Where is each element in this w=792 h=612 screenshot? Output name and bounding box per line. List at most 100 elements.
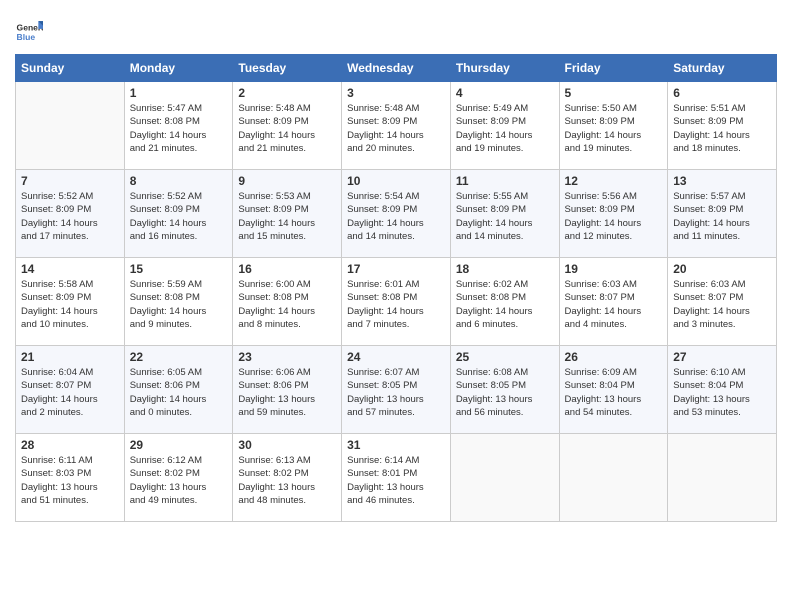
day-number: 4	[456, 86, 554, 100]
svg-text:Blue: Blue	[17, 32, 36, 42]
calendar-cell: 28Sunrise: 6:11 AM Sunset: 8:03 PM Dayli…	[16, 434, 125, 522]
day-info: Sunrise: 5:50 AM Sunset: 8:09 PM Dayligh…	[565, 102, 663, 155]
week-row-1: 1 Sunrise: 5:47 AM Sunset: 8:08 PM Daylig…	[16, 82, 777, 170]
day-info: Sunrise: 5:47 AM Sunset: 8:08 PM Dayligh…	[130, 102, 228, 155]
calendar-cell: 20Sunrise: 6:03 AM Sunset: 8:07 PM Dayli…	[668, 258, 777, 346]
day-number: 7	[21, 174, 119, 188]
day-number: 24	[347, 350, 445, 364]
day-number: 22	[130, 350, 228, 364]
week-row-5: 28Sunrise: 6:11 AM Sunset: 8:03 PM Dayli…	[16, 434, 777, 522]
day-info: Sunrise: 5:57 AM Sunset: 8:09 PM Dayligh…	[673, 190, 771, 243]
header-day-wednesday: Wednesday	[342, 55, 451, 82]
day-number: 9	[238, 174, 336, 188]
calendar-cell: 8 Sunrise: 5:52 AM Sunset: 8:09 PM Daylig…	[124, 170, 233, 258]
calendar-cell: 18Sunrise: 6:02 AM Sunset: 8:08 PM Dayli…	[450, 258, 559, 346]
day-info: Sunrise: 6:01 AM Sunset: 8:08 PM Dayligh…	[347, 278, 445, 331]
week-row-2: 7 Sunrise: 5:52 AM Sunset: 8:09 PM Daylig…	[16, 170, 777, 258]
calendar-cell: 3 Sunrise: 5:48 AM Sunset: 8:09 PM Daylig…	[342, 82, 451, 170]
calendar-cell: 22Sunrise: 6:05 AM Sunset: 8:06 PM Dayli…	[124, 346, 233, 434]
calendar-cell: 10 Sunrise: 5:54 AM Sunset: 8:09 PM Dayli…	[342, 170, 451, 258]
calendar-cell: 1 Sunrise: 5:47 AM Sunset: 8:08 PM Daylig…	[124, 82, 233, 170]
calendar-cell: 24 Sunrise: 6:07 AM Sunset: 8:05 PM Dayli…	[342, 346, 451, 434]
day-info: Sunrise: 6:14 AM Sunset: 8:01 PM Dayligh…	[347, 454, 445, 507]
header: General Blue	[15, 10, 777, 46]
calendar-cell: 9 Sunrise: 5:53 AM Sunset: 8:09 PM Daylig…	[233, 170, 342, 258]
week-row-4: 21Sunrise: 6:04 AM Sunset: 8:07 PM Dayli…	[16, 346, 777, 434]
calendar-cell: 2 Sunrise: 5:48 AM Sunset: 8:09 PM Daylig…	[233, 82, 342, 170]
day-info: Sunrise: 5:48 AM Sunset: 8:09 PM Dayligh…	[238, 102, 336, 155]
day-info: Sunrise: 5:56 AM Sunset: 8:09 PM Dayligh…	[565, 190, 663, 243]
calendar-cell: 23 Sunrise: 6:06 AM Sunset: 8:06 PM Dayli…	[233, 346, 342, 434]
logo: General Blue	[15, 18, 47, 46]
day-number: 12	[565, 174, 663, 188]
day-info: Sunrise: 5:58 AM Sunset: 8:09 PM Dayligh…	[21, 278, 119, 331]
day-number: 1	[130, 86, 228, 100]
calendar-cell: 13Sunrise: 5:57 AM Sunset: 8:09 PM Dayli…	[668, 170, 777, 258]
calendar-cell: 11Sunrise: 5:55 AM Sunset: 8:09 PM Dayli…	[450, 170, 559, 258]
calendar-table: SundayMondayTuesdayWednesdayThursdayFrid…	[15, 54, 777, 522]
day-info: Sunrise: 6:07 AM Sunset: 8:05 PM Dayligh…	[347, 366, 445, 419]
day-number: 21	[21, 350, 119, 364]
calendar-cell: 26 Sunrise: 6:09 AM Sunset: 8:04 PM Dayli…	[559, 346, 668, 434]
day-number: 19	[565, 262, 663, 276]
day-number: 26	[565, 350, 663, 364]
calendar-cell: 27Sunrise: 6:10 AM Sunset: 8:04 PM Dayli…	[668, 346, 777, 434]
day-info: Sunrise: 5:52 AM Sunset: 8:09 PM Dayligh…	[130, 190, 228, 243]
logo-icon: General Blue	[15, 18, 43, 46]
header-day-tuesday: Tuesday	[233, 55, 342, 82]
day-info: Sunrise: 6:06 AM Sunset: 8:06 PM Dayligh…	[238, 366, 336, 419]
calendar-cell: 7 Sunrise: 5:52 AM Sunset: 8:09 PM Daylig…	[16, 170, 125, 258]
calendar-cell: 5 Sunrise: 5:50 AM Sunset: 8:09 PM Daylig…	[559, 82, 668, 170]
day-number: 15	[130, 262, 228, 276]
day-number: 29	[130, 438, 228, 452]
calendar-cell: 21Sunrise: 6:04 AM Sunset: 8:07 PM Dayli…	[16, 346, 125, 434]
day-info: Sunrise: 5:54 AM Sunset: 8:09 PM Dayligh…	[347, 190, 445, 243]
day-number: 25	[456, 350, 554, 364]
day-info: Sunrise: 5:53 AM Sunset: 8:09 PM Dayligh…	[238, 190, 336, 243]
day-number: 14	[21, 262, 119, 276]
day-number: 10	[347, 174, 445, 188]
day-info: Sunrise: 5:59 AM Sunset: 8:08 PM Dayligh…	[130, 278, 228, 331]
day-info: Sunrise: 6:12 AM Sunset: 8:02 PM Dayligh…	[130, 454, 228, 507]
day-info: Sunrise: 5:48 AM Sunset: 8:09 PM Dayligh…	[347, 102, 445, 155]
header-day-monday: Monday	[124, 55, 233, 82]
calendar-cell: 19 Sunrise: 6:03 AM Sunset: 8:07 PM Dayli…	[559, 258, 668, 346]
day-info: Sunrise: 6:13 AM Sunset: 8:02 PM Dayligh…	[238, 454, 336, 507]
calendar-cell: 14 Sunrise: 5:58 AM Sunset: 8:09 PM Dayli…	[16, 258, 125, 346]
day-number: 2	[238, 86, 336, 100]
calendar-cell	[16, 82, 125, 170]
header-day-saturday: Saturday	[668, 55, 777, 82]
day-number: 30	[238, 438, 336, 452]
day-info: Sunrise: 6:10 AM Sunset: 8:04 PM Dayligh…	[673, 366, 771, 419]
calendar-cell: 31Sunrise: 6:14 AM Sunset: 8:01 PM Dayli…	[342, 434, 451, 522]
day-number: 3	[347, 86, 445, 100]
calendar-cell: 15 Sunrise: 5:59 AM Sunset: 8:08 PM Dayli…	[124, 258, 233, 346]
week-row-3: 14 Sunrise: 5:58 AM Sunset: 8:09 PM Dayli…	[16, 258, 777, 346]
calendar-cell: 30 Sunrise: 6:13 AM Sunset: 8:02 PM Dayli…	[233, 434, 342, 522]
day-info: Sunrise: 6:09 AM Sunset: 8:04 PM Dayligh…	[565, 366, 663, 419]
calendar-cell: 4 Sunrise: 5:49 AM Sunset: 8:09 PM Daylig…	[450, 82, 559, 170]
day-info: Sunrise: 5:49 AM Sunset: 8:09 PM Dayligh…	[456, 102, 554, 155]
calendar-cell: 29 Sunrise: 6:12 AM Sunset: 8:02 PM Dayli…	[124, 434, 233, 522]
day-number: 8	[130, 174, 228, 188]
calendar-cell: 16Sunrise: 6:00 AM Sunset: 8:08 PM Dayli…	[233, 258, 342, 346]
calendar-cell	[559, 434, 668, 522]
day-number: 20	[673, 262, 771, 276]
day-info: Sunrise: 6:02 AM Sunset: 8:08 PM Dayligh…	[456, 278, 554, 331]
header-day-sunday: Sunday	[16, 55, 125, 82]
calendar-cell	[450, 434, 559, 522]
day-number: 16	[238, 262, 336, 276]
calendar-cell: 25 Sunrise: 6:08 AM Sunset: 8:05 PM Dayli…	[450, 346, 559, 434]
day-number: 5	[565, 86, 663, 100]
day-number: 11	[456, 174, 554, 188]
calendar-cell: 12 Sunrise: 5:56 AM Sunset: 8:09 PM Dayli…	[559, 170, 668, 258]
day-number: 6	[673, 86, 771, 100]
header-row: SundayMondayTuesdayWednesdayThursdayFrid…	[16, 55, 777, 82]
day-info: Sunrise: 5:52 AM Sunset: 8:09 PM Dayligh…	[21, 190, 119, 243]
calendar-cell: 17Sunrise: 6:01 AM Sunset: 8:08 PM Dayli…	[342, 258, 451, 346]
day-info: Sunrise: 6:08 AM Sunset: 8:05 PM Dayligh…	[456, 366, 554, 419]
calendar-cell	[668, 434, 777, 522]
day-number: 23	[238, 350, 336, 364]
header-day-friday: Friday	[559, 55, 668, 82]
day-info: Sunrise: 6:03 AM Sunset: 8:07 PM Dayligh…	[565, 278, 663, 331]
